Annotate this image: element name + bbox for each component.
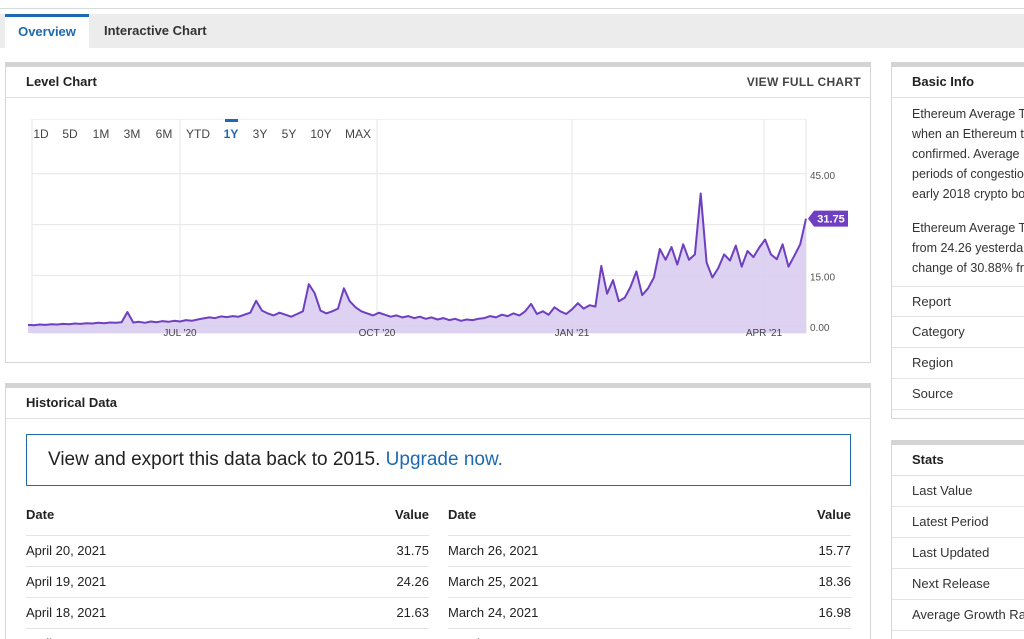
column-header-value: Value bbox=[817, 507, 851, 522]
level-chart-panel: Level Chart VIEW FULL CHART 1D 5D 1M 3M 6M YT… bbox=[5, 62, 871, 363]
stats-panel: Stats Last Value Latest Period Last Upda… bbox=[891, 440, 1024, 639]
table-row: April 18, 2021 21.63 bbox=[26, 598, 429, 629]
table-row: March 23, 2021 15.02 bbox=[448, 629, 851, 639]
column-header-date: Date bbox=[448, 507, 477, 522]
historical-data-title: Historical Data bbox=[26, 395, 118, 410]
row-date: March 26, 2021 bbox=[448, 543, 539, 558]
range-option-3m[interactable]: 3M bbox=[124, 127, 141, 141]
row-value: 15.77 bbox=[818, 543, 851, 558]
range-option-1m[interactable]: 1M bbox=[93, 127, 110, 141]
column-header-value: Value bbox=[395, 507, 429, 522]
view-full-chart-link[interactable]: VIEW FULL CHART bbox=[747, 67, 861, 97]
historical-table-right: Date Value March 26, 2021 15.77 March 25,… bbox=[448, 499, 851, 639]
y-tick-label: 15.00 bbox=[810, 272, 835, 283]
range-option-1y[interactable]: 1Y bbox=[224, 127, 239, 141]
table-row: March 25, 2021 18.36 bbox=[448, 567, 851, 598]
table-header-row: Date Value bbox=[26, 499, 429, 536]
stats-row-last-value: Last Value bbox=[892, 476, 1024, 507]
info-row-report: Report bbox=[892, 286, 1024, 317]
description-line: confirmed. Average I bbox=[912, 147, 1024, 161]
x-tick-label: OCT '20 bbox=[359, 328, 396, 337]
range-option-5y[interactable]: 5Y bbox=[282, 127, 297, 141]
y-axis-ticks: 0.00 15.00 45.00 bbox=[810, 171, 835, 334]
info-row-region: Region bbox=[892, 348, 1024, 379]
table-row: March 24, 2021 16.98 bbox=[448, 598, 851, 629]
description-line: early 2018 crypto bo bbox=[912, 187, 1024, 201]
top-divider bbox=[0, 0, 1024, 9]
row-date: April 19, 2021 bbox=[26, 574, 107, 589]
table-row: March 26, 2021 15.77 bbox=[448, 536, 851, 567]
summary-line: change of 30.88% fr bbox=[912, 261, 1024, 275]
row-value: 15.02 bbox=[818, 629, 851, 639]
last-value-badge: 31.75 bbox=[808, 210, 848, 227]
chart-area: 1D 5D 1M 3M 6M YTD 1Y 3Y 5Y 10Y MAX 0.00 15.00 45.00… bbox=[26, 119, 872, 337]
row-value: 31.75 bbox=[396, 543, 429, 558]
tab-overview[interactable]: Overview bbox=[5, 14, 89, 48]
range-option-1d[interactable]: 1D bbox=[33, 127, 49, 141]
info-row-category: Category bbox=[892, 317, 1024, 348]
y-tick-label: 0.00 bbox=[810, 323, 830, 334]
stats-row-latest-period: Latest Period bbox=[892, 507, 1024, 538]
row-date: March 24, 2021 bbox=[448, 605, 539, 620]
table-row: April 17, 2021 17.02 bbox=[26, 629, 429, 639]
range-option-max[interactable]: MAX bbox=[345, 127, 371, 141]
row-value: 18.36 bbox=[818, 574, 851, 589]
description-line: Ethereum Average Tr bbox=[912, 107, 1024, 121]
row-date: March 23, 2021 bbox=[448, 629, 538, 639]
y-tick-label: 45.00 bbox=[810, 171, 835, 182]
row-date: April 17, 2021 bbox=[26, 629, 106, 639]
range-option-6m[interactable]: 6M bbox=[156, 127, 173, 141]
row-date: March 25, 2021 bbox=[448, 574, 539, 589]
range-option-3y[interactable]: 3Y bbox=[253, 127, 268, 141]
basic-info-header: Basic Info bbox=[892, 67, 1024, 98]
level-chart-title: Level Chart bbox=[26, 74, 97, 89]
summary-paragraph: Ethereum Average Tr from 24.26 yesterda … bbox=[892, 204, 1024, 286]
last-value-label: 31.75 bbox=[817, 214, 845, 226]
table-row: April 20, 2021 31.75 bbox=[26, 536, 429, 567]
range-active-marker bbox=[225, 119, 238, 122]
range-option-5d[interactable]: 5D bbox=[62, 127, 78, 141]
table-header-row: Date Value bbox=[448, 499, 851, 536]
description-line: periods of congestio bbox=[912, 167, 1024, 181]
basic-info-title: Basic Info bbox=[912, 74, 975, 89]
stats-title: Stats bbox=[912, 452, 944, 467]
tab-bar: Overview Interactive Chart bbox=[0, 14, 1024, 48]
summary-line: Ethereum Average Tr bbox=[912, 221, 1024, 235]
stats-row-next-release: Next Release bbox=[892, 569, 1024, 600]
historical-data-panel: Historical Data View and export this dat… bbox=[5, 383, 871, 639]
range-option-10y[interactable]: 10Y bbox=[310, 127, 331, 141]
row-value: 17.02 bbox=[396, 629, 429, 639]
basic-info-panel: Basic Info Ethereum Average Tr when an E… bbox=[891, 62, 1024, 419]
stats-row-last-updated: Last Updated bbox=[892, 538, 1024, 569]
historical-data-header: Historical Data bbox=[6, 388, 870, 419]
upgrade-now-link[interactable]: Upgrade now. bbox=[386, 449, 503, 470]
table-row: April 19, 2021 24.26 bbox=[26, 567, 429, 598]
range-option-ytd[interactable]: YTD bbox=[186, 127, 210, 141]
description-paragraph: Ethereum Average Tr when an Ethereum tr … bbox=[892, 98, 1024, 204]
stats-row-average-growth-rate: Average Growth Rate bbox=[892, 600, 1024, 631]
info-row-source: Source bbox=[892, 379, 1024, 410]
x-tick-label: JAN '21 bbox=[555, 328, 590, 337]
level-chart-svg[interactable]: 1D 5D 1M 3M 6M YTD 1Y 3Y 5Y 10Y MAX 0.00 15.00 45.00… bbox=[26, 119, 872, 337]
upgrade-text: View and export this data back to 2015. bbox=[48, 449, 386, 470]
row-value: 16.98 bbox=[818, 605, 851, 620]
stats-header: Stats bbox=[892, 445, 1024, 476]
row-date: April 20, 2021 bbox=[26, 543, 107, 558]
row-value: 21.63 bbox=[396, 605, 429, 620]
tab-interactive-chart[interactable]: Interactive Chart bbox=[104, 14, 207, 48]
x-tick-label: APR '21 bbox=[746, 328, 783, 337]
upgrade-banner: View and export this data back to 2015. … bbox=[26, 434, 851, 486]
level-chart-header: Level Chart VIEW FULL CHART bbox=[6, 67, 870, 98]
historical-table-left: Date Value April 20, 2021 31.75 April 19,… bbox=[26, 499, 429, 639]
description-line: when an Ethereum tr bbox=[912, 127, 1024, 141]
row-value: 24.26 bbox=[396, 574, 429, 589]
x-tick-label: JUL '20 bbox=[163, 328, 197, 337]
column-header-date: Date bbox=[26, 507, 55, 522]
row-date: April 18, 2021 bbox=[26, 605, 107, 620]
summary-line: from 24.26 yesterda bbox=[912, 241, 1024, 255]
